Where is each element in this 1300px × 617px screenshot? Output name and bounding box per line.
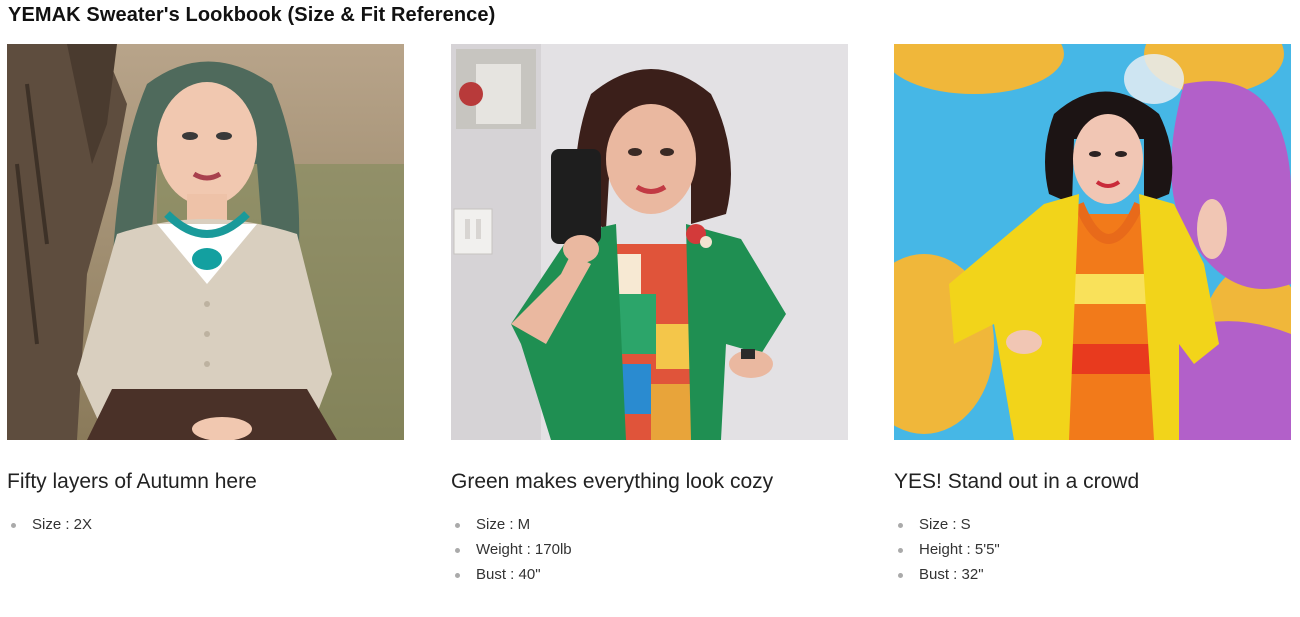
bullet-icon xyxy=(455,523,460,528)
look-caption: Fifty layers of Autumn here xyxy=(7,470,257,493)
bullet-icon xyxy=(898,548,903,553)
look-caption: YES! Stand out in a crowd xyxy=(894,470,1140,493)
bullet-icon xyxy=(898,573,903,578)
spec-list: Size : S Height : 5'5" Bust : 32" xyxy=(894,512,1291,587)
spec-size: Size : M xyxy=(476,516,531,533)
bullet-icon xyxy=(11,523,16,528)
spec-list: Size : 2X xyxy=(7,512,404,537)
model-photo-1-image xyxy=(7,44,404,440)
spec-item: Size : S xyxy=(894,512,1291,537)
spec-item: Height : 5'5" xyxy=(894,537,1291,562)
look-card-2: Green makes everything look cozy Size : … xyxy=(451,44,848,587)
model-photo-3-image xyxy=(894,44,1291,440)
look-caption: Green makes everything look cozy xyxy=(451,470,774,493)
spec-item: Bust : 32" xyxy=(894,562,1291,587)
lookbook-page: YEMAK Sweater's Lookbook (Size & Fit Ref… xyxy=(0,0,1300,617)
model-photo-2[interactable] xyxy=(451,44,848,440)
spec-size: Size : S xyxy=(919,516,971,533)
spec-item: Size : M xyxy=(451,512,848,537)
page-title: YEMAK Sweater's Lookbook (Size & Fit Ref… xyxy=(8,4,496,26)
spec-bust: Bust : 32" xyxy=(919,566,984,583)
spec-list: Size : M Weight : 170lb Bust : 40" xyxy=(451,512,848,587)
spec-item: Bust : 40" xyxy=(451,562,848,587)
model-photo-3[interactable] xyxy=(894,44,1291,440)
spec-bust: Bust : 40" xyxy=(476,566,541,583)
spec-size: Size : 2X xyxy=(32,516,93,533)
bullet-icon xyxy=(455,548,460,553)
bullet-icon xyxy=(455,573,460,578)
look-card-3: YES! Stand out in a crowd Size : S Heigh… xyxy=(894,44,1291,587)
model-photo-1[interactable] xyxy=(7,44,404,440)
look-card-1: Fifty layers of Autumn here Size : 2X xyxy=(7,44,404,537)
spec-height: Height : 5'5" xyxy=(919,541,1000,558)
model-photo-2-image xyxy=(451,44,848,440)
spec-item: Weight : 170lb xyxy=(451,537,848,562)
spec-item: Size : 2X xyxy=(7,512,404,537)
spec-weight: Weight : 170lb xyxy=(476,541,572,558)
bullet-icon xyxy=(898,523,903,528)
